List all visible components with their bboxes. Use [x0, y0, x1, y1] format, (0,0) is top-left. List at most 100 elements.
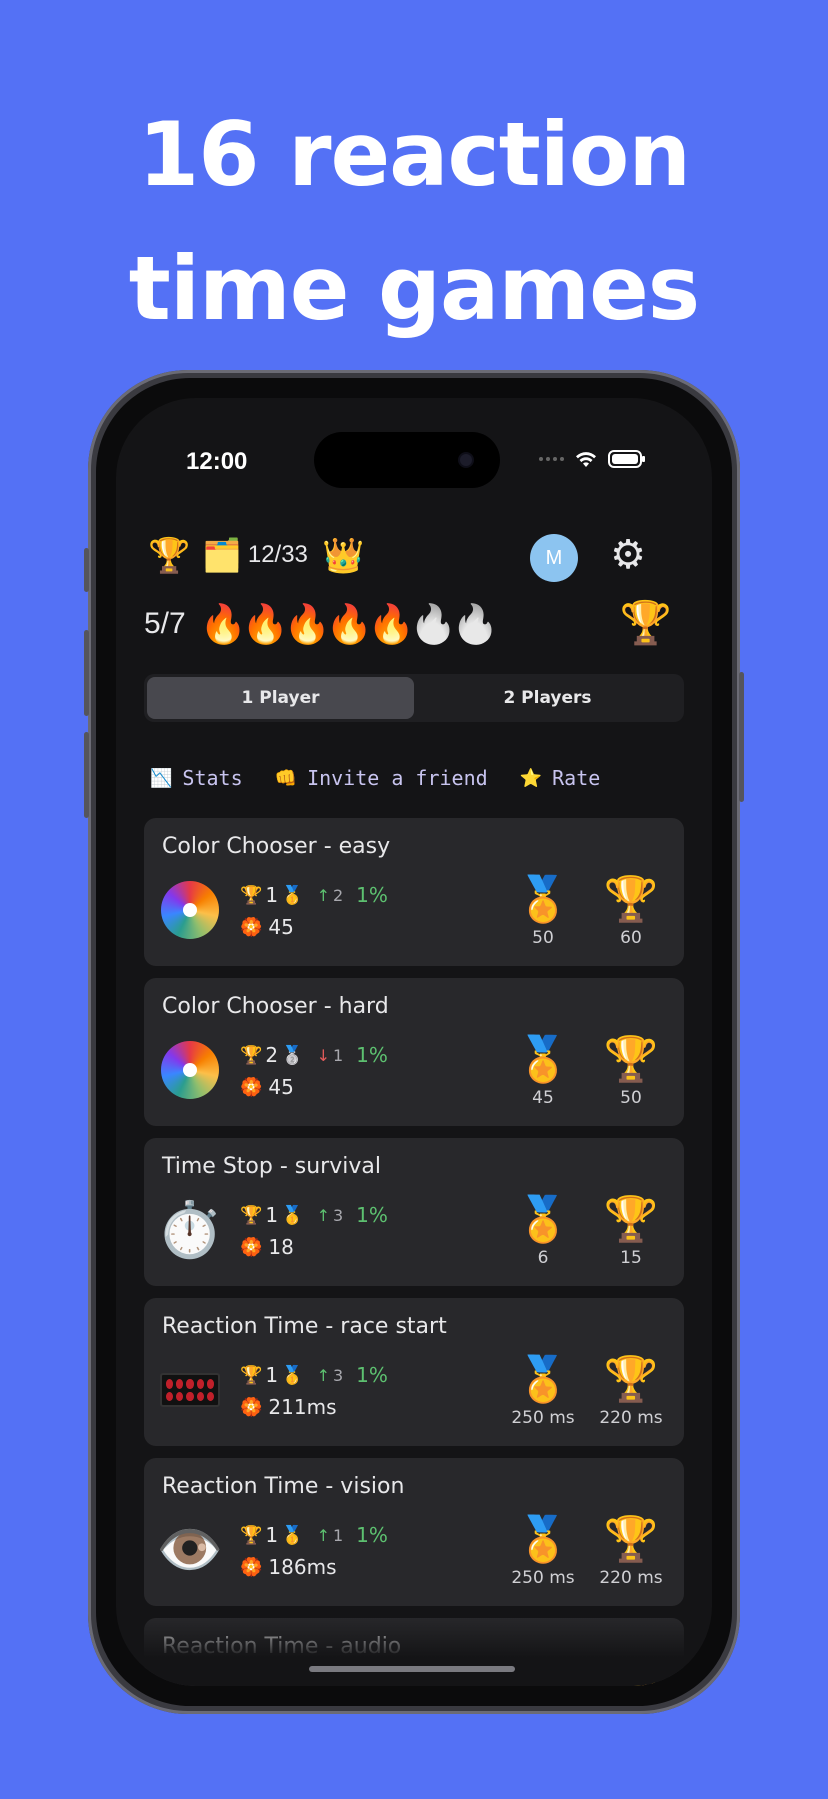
cards-collection-button[interactable]: 🗂️ 12/33 — [202, 536, 308, 574]
tab-2-players[interactable]: 2 Players — [414, 677, 681, 719]
mode-segmented-control: 1 Player 2 Players — [144, 674, 684, 722]
stats-link[interactable]: 📉 Stats — [150, 766, 243, 790]
crown-icon[interactable]: 👑 — [322, 536, 364, 576]
game-icon-wrap — [160, 1040, 220, 1100]
quick-links: 📉 Stats 👊 Invite a friend ⭐ Rate — [150, 758, 684, 798]
volume-up-button — [84, 630, 89, 716]
game-card[interactable]: Reaction Time - race start 🏆 1 🥇 ↑ 3 1% 🏵️ 211ms… — [144, 1298, 684, 1446]
volume-down-button — [84, 732, 89, 818]
color-wheel-icon — [161, 881, 219, 939]
medal-target-value: 45 — [532, 1088, 554, 1108]
trend-value: 1 — [332, 1045, 344, 1065]
streak-count: 5/7 — [144, 607, 186, 640]
game-icon-wrap: ⏱️ — [156, 1198, 223, 1261]
trophy-icon: 🏆 — [603, 1514, 659, 1565]
game-card[interactable]: Color Chooser - hard 🏆 2 🥈 ↓ 1 1% 🏵️ 45 🏅 45 🏆 50 — [144, 978, 684, 1126]
home-indicator[interactable] — [309, 1666, 515, 1672]
medal-icon: 🏅 — [515, 1354, 571, 1405]
medal-target: 🏅 6 — [506, 1194, 580, 1268]
trend-value: 3 — [332, 1365, 344, 1385]
game-icon-wrap — [160, 880, 220, 940]
trend-arrow-icon: ↑ — [316, 1205, 330, 1225]
gear-icon[interactable]: ⚙ — [610, 532, 646, 578]
trophy-icon: 🏆 — [603, 1194, 659, 1245]
award-targets: 🏅 6 🏆 15 — [506, 1194, 668, 1268]
percentile-value: 1% — [356, 883, 388, 907]
trophy-target-value: 60 — [620, 928, 642, 948]
best-score-icon: 🏵️ — [240, 1396, 263, 1418]
percentile-value: 1% — [356, 1043, 388, 1067]
streak-badge-icon[interactable]: 🏆 — [620, 598, 672, 648]
rank-value: 1 — [265, 1203, 279, 1227]
fire-icon: 🔥 — [367, 601, 416, 646]
cards-count: 12/33 — [247, 541, 308, 568]
power-button — [739, 672, 744, 802]
color-wheel-icon — [161, 1041, 219, 1099]
percentile-value: 1% — [356, 1203, 388, 1227]
game-title: Reaction Time - race start — [162, 1314, 447, 1339]
avatar[interactable]: M — [530, 534, 578, 582]
fist-icon: 👊 — [274, 767, 298, 789]
game-title: Color Chooser - hard — [162, 994, 389, 1019]
game-stats: 🏆 1 🥇 ↑ 1 1% 🏵️ 186ms — [240, 1520, 388, 1584]
game-card[interactable]: Color Chooser - easy 🏆 1 🥇 ↑ 2 1% 🏵️ 45 🏅 50 🏆 60 — [144, 818, 684, 966]
trophy-target: 🏆 50 — [594, 1034, 668, 1108]
stats-link-label: Stats — [182, 766, 243, 790]
rank-trophy-icon: 🏆 — [240, 1204, 263, 1226]
trophy-target-value: 220 ms — [599, 1568, 663, 1588]
game-card[interactable]: Reaction Time - vision 👁️ 🏆 1 🥇 ↑ 1 1% 🏵️ 186ms 🏅 2… — [144, 1458, 684, 1606]
headline-line-1: 16 reaction — [137, 103, 691, 206]
cards-icon: 🗂️ — [202, 536, 242, 574]
trophy-icon: 🏆 — [603, 874, 659, 925]
rank-value: 1 — [265, 1523, 279, 1547]
trophy-icon[interactable]: 🏆 — [148, 536, 190, 576]
invite-friend-label: Invite a friend — [307, 766, 488, 790]
headline: 16 reaction time games — [0, 88, 828, 356]
battery-icon — [608, 450, 645, 468]
best-score-value: 18 — [268, 1235, 294, 1259]
rank-trophy-icon: 🏆 — [240, 1524, 263, 1546]
percentile-value: 1% — [356, 1363, 388, 1387]
streak-row: 5/7 🔥 🔥 🔥 🔥 🔥 🔥 🔥 🏆 — [144, 594, 672, 654]
medal-target: 🏅 45 — [506, 1034, 580, 1108]
best-score-value: 211ms — [268, 1395, 337, 1419]
medal-target-value: 6 — [537, 1248, 549, 1268]
trophy-target: 🏆 15 — [594, 1194, 668, 1268]
phone-bezel: 12:00 🏆 🗂️ 12/33 👑 M ⚙ 5/7 🔥 🔥 🔥 🔥 🔥 🔥 🔥… — [96, 378, 732, 1706]
medal-icon: 🏅 — [515, 1514, 571, 1565]
best-score-value: 186ms — [268, 1555, 337, 1579]
trend-arrow-icon: ↓ — [316, 1045, 330, 1065]
tab-1-player[interactable]: 1 Player — [147, 677, 414, 719]
rank-trophy-icon: 🏆 — [240, 884, 263, 906]
medal-target-value: 250 ms — [511, 1408, 575, 1428]
medal-target-value: 50 — [532, 928, 554, 948]
fire-icon: 🔥 — [409, 601, 458, 646]
chart-down-icon: 📉 — [150, 767, 173, 789]
star-icon: ⭐ — [519, 767, 543, 789]
streak-fires: 🔥 🔥 🔥 🔥 🔥 🔥 🔥 — [199, 601, 500, 647]
rank-value: 2 — [265, 1043, 279, 1067]
fire-icon: 🔥 — [325, 601, 374, 646]
game-stats: 🏆 1 🥇 ↑ 3 1% 🏵️ 211ms — [240, 1360, 388, 1424]
award-targets: 🏅 45 🏆 50 — [506, 1034, 668, 1108]
game-title: Time Stop - survival — [162, 1154, 381, 1179]
game-card[interactable]: Time Stop - survival ⏱️ 🏆 1 🥇 ↑ 3 1% 🏵️ 18 🏅 6 🏆 15 — [144, 1138, 684, 1286]
app-screen: 12:00 🏆 🗂️ 12/33 👑 M ⚙ 5/7 🔥 🔥 🔥 🔥 🔥 🔥 🔥… — [116, 398, 712, 1686]
medal-target: 🏅 250 ms — [506, 1514, 580, 1588]
award-targets: 🏅 250 ms 🏆 220 ms — [506, 1354, 668, 1428]
fire-icon: 🔥 — [451, 601, 500, 646]
fire-icon: 🔥 — [241, 601, 290, 646]
fire-icon: 🔥 — [199, 601, 248, 646]
headline-line-2: time games — [128, 237, 700, 340]
medal-target: 🏅 250 ms — [506, 1354, 580, 1428]
rank-medal-icon: 🥈 — [281, 1044, 304, 1066]
rank-trophy-icon: 🏆 — [240, 1044, 263, 1066]
status-time: 12:00 — [186, 448, 248, 475]
best-score-icon: 🏵️ — [240, 1076, 263, 1098]
trend-value: 1 — [332, 1525, 344, 1545]
rate-link[interactable]: ⭐ Rate — [520, 766, 601, 790]
invite-friend-link[interactable]: 👊 Invite a friend — [275, 766, 488, 790]
best-score-icon: 🏵️ — [240, 1236, 263, 1258]
best-score-value: 45 — [268, 915, 294, 939]
game-icon-wrap: 👁️ — [156, 1518, 223, 1581]
